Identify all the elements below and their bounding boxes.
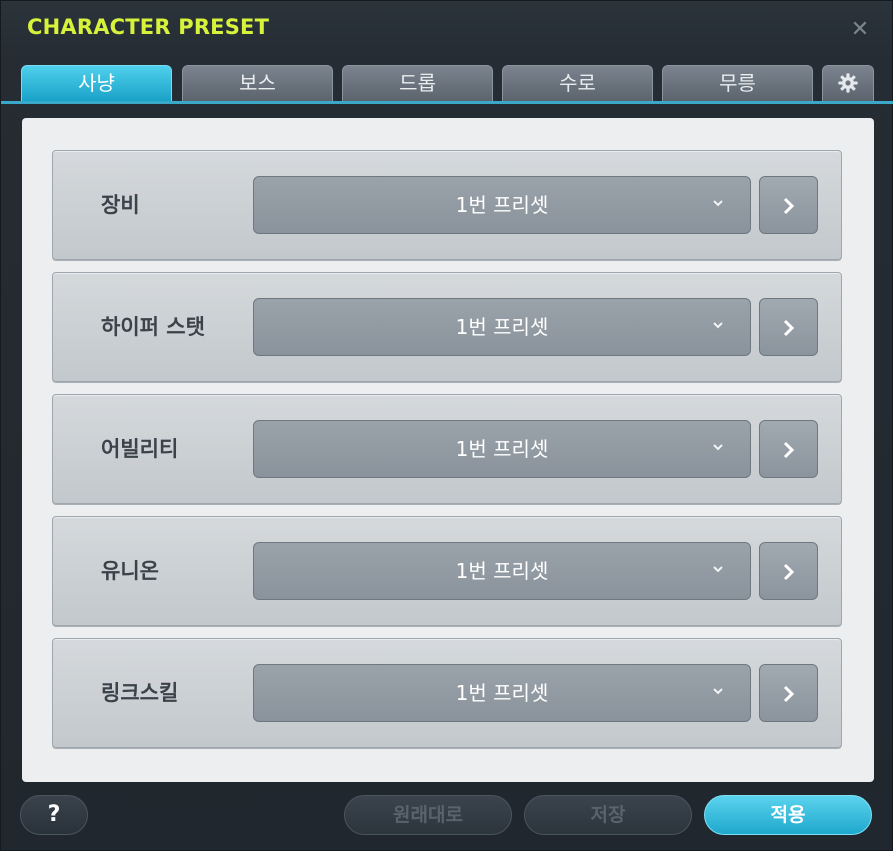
preset-dropdown[interactable]: 1번 프리셋 [253, 664, 751, 722]
tab-underline [1, 101, 893, 104]
preset-row-ability: 어빌리티 1번 프리셋 [52, 394, 842, 504]
tab-mureung[interactable]: 무릉 [662, 65, 813, 101]
window-title: CHARACTER PRESET [27, 15, 270, 39]
row-label: 어빌리티 [101, 437, 179, 461]
open-preset-button[interactable] [759, 664, 818, 722]
dropdown-value: 1번 프리셋 [455, 681, 549, 705]
open-preset-button[interactable] [759, 420, 818, 478]
preset-row-link-skill: 링크스킬 1번 프리셋 [52, 638, 842, 748]
chevron-right-icon [783, 563, 795, 581]
tab-settings[interactable] [822, 65, 874, 101]
dropdown-value: 1번 프리셋 [455, 559, 549, 583]
tab-drop[interactable]: 드롭 [342, 65, 493, 101]
preset-window: CHARACTER PRESET ✕ 사냥 보스 드롭 수로 무릉 장비 1번 … [0, 0, 893, 851]
preset-dropdown[interactable]: 1번 프리셋 [253, 176, 751, 234]
chevron-down-icon [713, 566, 723, 573]
tab-bar: 사냥 보스 드롭 수로 무릉 [21, 65, 877, 103]
dropdown-value: 1번 프리셋 [455, 193, 549, 217]
chevron-down-icon [713, 200, 723, 207]
row-label: 장비 [101, 193, 140, 217]
preset-row-equipment: 장비 1번 프리셋 [52, 150, 842, 260]
tab-hunting[interactable]: 사냥 [21, 65, 172, 101]
preset-panel: 장비 1번 프리셋 하이퍼 스탯 1번 프리셋 어빌리티 1번 프리셋 유니온 … [22, 118, 874, 782]
tab-waterway[interactable]: 수로 [502, 65, 653, 101]
row-label: 링크스킬 [101, 681, 179, 705]
chevron-right-icon [783, 319, 795, 337]
chevron-right-icon [783, 197, 795, 215]
gear-icon [838, 73, 858, 93]
preset-dropdown[interactable]: 1번 프리셋 [253, 298, 751, 356]
row-label: 유니온 [101, 559, 159, 583]
preset-dropdown[interactable]: 1번 프리셋 [253, 542, 751, 600]
apply-button[interactable]: 적용 [704, 795, 872, 835]
chevron-right-icon [783, 685, 795, 703]
preset-row-hyper-stat: 하이퍼 스탯 1번 프리셋 [52, 272, 842, 382]
dropdown-value: 1번 프리셋 [455, 437, 549, 461]
preset-dropdown[interactable]: 1번 프리셋 [253, 420, 751, 478]
chevron-down-icon [713, 688, 723, 695]
open-preset-button[interactable] [759, 176, 818, 234]
row-label: 하이퍼 스탯 [101, 315, 205, 339]
preset-row-union: 유니온 1번 프리셋 [52, 516, 842, 626]
dropdown-value: 1번 프리셋 [455, 315, 549, 339]
chevron-down-icon [713, 322, 723, 329]
save-button[interactable]: 저장 [524, 795, 692, 835]
chevron-down-icon [713, 444, 723, 451]
open-preset-button[interactable] [759, 298, 818, 356]
tab-boss[interactable]: 보스 [182, 65, 333, 101]
close-icon[interactable]: ✕ [849, 19, 871, 41]
open-preset-button[interactable] [759, 542, 818, 600]
chevron-right-icon [783, 441, 795, 459]
help-button[interactable]: ? [20, 795, 88, 835]
reset-button[interactable]: 원래대로 [344, 795, 512, 835]
